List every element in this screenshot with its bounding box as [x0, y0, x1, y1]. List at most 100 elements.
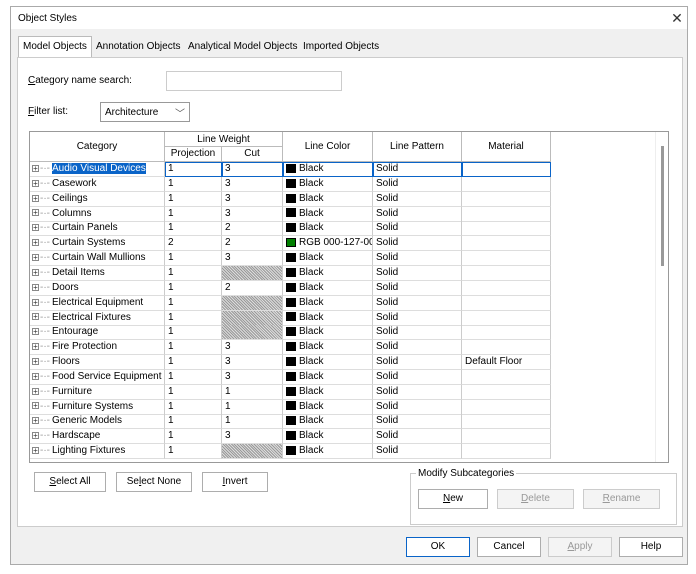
material-cell[interactable]: [462, 429, 551, 445]
projection-cell[interactable]: 1: [165, 206, 222, 222]
cut-cell[interactable]: 3: [222, 191, 283, 207]
table-row[interactable]: + -·- Food Service Equipment 1 3 Black Solid: [30, 369, 551, 385]
line-pattern-cell[interactable]: Solid: [373, 295, 462, 311]
projection-cell[interactable]: 1: [165, 399, 222, 415]
material-cell[interactable]: [462, 251, 551, 267]
header-line-color[interactable]: Line Color: [283, 132, 373, 162]
line-pattern-cell[interactable]: Solid: [373, 176, 462, 192]
material-cell[interactable]: [462, 191, 551, 207]
cut-cell[interactable]: 3: [222, 206, 283, 222]
cut-cell[interactable]: 1: [222, 384, 283, 400]
material-cell[interactable]: [462, 340, 551, 356]
line-pattern-cell[interactable]: Solid: [373, 280, 462, 296]
cut-cell[interactable]: 3: [222, 176, 283, 192]
line-pattern-cell[interactable]: Solid: [373, 236, 462, 252]
table-row[interactable]: + -·- Curtain Systems 2 2 RGB 000-127-000 Soli…: [30, 236, 551, 252]
expand-icon[interactable]: +: [32, 402, 39, 410]
expand-icon[interactable]: +: [32, 164, 39, 172]
scrollbar-thumb[interactable]: [661, 146, 664, 266]
line-color-cell[interactable]: Black: [283, 176, 373, 192]
expand-icon[interactable]: +: [32, 298, 39, 306]
new-subcategory-button[interactable]: New: [418, 489, 488, 509]
help-button[interactable]: Help: [619, 537, 683, 557]
material-cell[interactable]: [462, 236, 551, 252]
category-cell[interactable]: + -·- Entourage: [30, 325, 165, 341]
material-cell[interactable]: [462, 176, 551, 192]
category-cell[interactable]: + -·- Fire Protection: [30, 340, 165, 356]
projection-cell[interactable]: 1: [165, 369, 222, 385]
tab-model-objects[interactable]: Model Objects: [18, 36, 92, 58]
line-pattern-cell[interactable]: Solid: [373, 414, 462, 430]
expand-icon[interactable]: +: [32, 372, 39, 380]
category-search-input[interactable]: [166, 71, 342, 91]
line-color-cell[interactable]: Black: [283, 191, 373, 207]
line-pattern-cell[interactable]: Solid: [373, 325, 462, 341]
table-row[interactable]: + -·- Hardscape 1 3 Black Solid: [30, 429, 551, 445]
expand-icon[interactable]: +: [32, 357, 39, 365]
header-line-pattern[interactable]: Line Pattern: [373, 132, 462, 162]
line-color-cell[interactable]: Black: [283, 325, 373, 341]
line-color-cell[interactable]: Black: [283, 265, 373, 281]
line-color-cell[interactable]: Black: [283, 340, 373, 356]
expand-icon[interactable]: +: [32, 268, 39, 276]
table-row[interactable]: + -·- Audio Visual Devices 1 3 Black Solid: [30, 162, 551, 177]
cut-cell[interactable]: 1: [222, 414, 283, 430]
table-row[interactable]: + -·- Columns 1 3 Black Solid: [30, 206, 551, 222]
expand-icon[interactable]: +: [32, 194, 39, 202]
projection-cell[interactable]: 1: [165, 414, 222, 430]
table-row[interactable]: + -·- Casework 1 3 Black Solid: [30, 176, 551, 192]
invert-button[interactable]: Invert: [202, 472, 268, 492]
table-row[interactable]: + -·- Floors 1 3 Black Solid Default Floor: [30, 355, 551, 371]
expand-icon[interactable]: +: [32, 417, 39, 425]
line-pattern-cell[interactable]: Solid: [373, 221, 462, 237]
table-row[interactable]: + -·- Electrical Equipment 1 Black Solid: [30, 295, 551, 311]
material-cell[interactable]: [462, 221, 551, 237]
table-row[interactable]: + -·- Generic Models 1 1 Black Solid: [30, 414, 551, 430]
table-row[interactable]: + -·- Entourage 1 Black Solid: [30, 325, 551, 341]
category-cell[interactable]: + -·- Lighting Fixtures: [30, 444, 165, 460]
category-cell[interactable]: + -·- Electrical Fixtures: [30, 310, 165, 326]
table-row[interactable]: + -·- Electrical Fixtures 1 Black Solid: [30, 310, 551, 326]
material-cell[interactable]: [462, 295, 551, 311]
projection-cell[interactable]: 1: [165, 221, 222, 237]
expand-icon[interactable]: +: [32, 209, 39, 217]
close-icon[interactable]: ✕: [669, 9, 685, 27]
line-color-cell[interactable]: Black: [283, 162, 373, 177]
material-cell[interactable]: [462, 310, 551, 326]
cut-cell[interactable]: [222, 310, 283, 326]
header-category[interactable]: Category: [30, 132, 165, 162]
header-material[interactable]: Material: [462, 132, 551, 162]
category-cell[interactable]: + -·- Floors: [30, 355, 165, 371]
table-row[interactable]: + -·- Curtain Panels 1 2 Black Solid: [30, 221, 551, 237]
expand-icon[interactable]: +: [32, 179, 39, 187]
line-pattern-cell[interactable]: Solid: [373, 369, 462, 385]
filter-list-select[interactable]: Architecture ﹀: [100, 102, 190, 122]
line-pattern-cell[interactable]: Solid: [373, 399, 462, 415]
line-color-cell[interactable]: Black: [283, 251, 373, 267]
material-cell[interactable]: [462, 384, 551, 400]
line-pattern-cell[interactable]: Solid: [373, 251, 462, 267]
projection-cell[interactable]: 1: [165, 162, 222, 177]
material-cell[interactable]: [462, 444, 551, 460]
cut-cell[interactable]: 3: [222, 340, 283, 356]
material-cell[interactable]: [462, 369, 551, 385]
line-color-cell[interactable]: Black: [283, 399, 373, 415]
header-cut[interactable]: Cut: [222, 147, 283, 162]
table-row[interactable]: + -·- Fire Protection 1 3 Black Solid: [30, 340, 551, 356]
table-row[interactable]: + -·- Ceilings 1 3 Black Solid: [30, 191, 551, 207]
material-cell[interactable]: Default Floor: [462, 355, 551, 371]
line-pattern-cell[interactable]: Solid: [373, 444, 462, 460]
category-cell[interactable]: + -·- Hardscape: [30, 429, 165, 445]
line-color-cell[interactable]: Black: [283, 280, 373, 296]
rename-subcategory-button[interactable]: Rename: [583, 489, 660, 509]
cancel-button[interactable]: Cancel: [477, 537, 541, 557]
expand-icon[interactable]: +: [32, 313, 39, 321]
table-row[interactable]: + -·- Furniture Systems 1 1 Black Solid: [30, 399, 551, 415]
line-color-cell[interactable]: Black: [283, 414, 373, 430]
category-cell[interactable]: + -·- Detail Items: [30, 265, 165, 281]
cut-cell[interactable]: 1: [222, 399, 283, 415]
category-cell[interactable]: + -·- Furniture: [30, 384, 165, 400]
cut-cell[interactable]: 3: [222, 355, 283, 371]
category-cell[interactable]: + -·- Doors: [30, 280, 165, 296]
material-cell[interactable]: [462, 265, 551, 281]
